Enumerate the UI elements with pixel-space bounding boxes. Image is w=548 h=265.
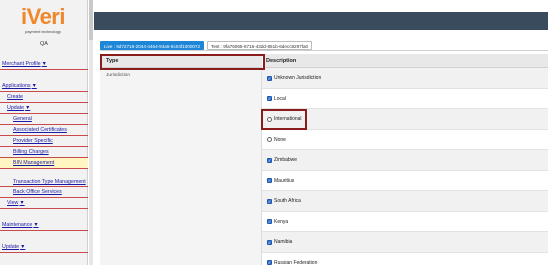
tab-divider (100, 50, 548, 51)
table-row: International (262, 109, 548, 130)
type-cell: Jurisdiction (106, 73, 130, 78)
checked-checkbox-icon[interactable]: ✓ (267, 219, 272, 224)
caret-down-icon: ▼ (41, 61, 47, 67)
table-row: ✓ Namibia (262, 232, 548, 253)
brand-tagline: payment technology (25, 29, 61, 34)
sidebar-item-update[interactable]: Update▼ (0, 231, 88, 253)
sidebar-item-label: Provider Specific (13, 138, 53, 144)
option-label: None (274, 136, 286, 143)
caret-down-icon: ▼ (33, 222, 39, 228)
tab-test[interactable]: Test : 9fa76065-6716-43dd-851b-6decc8297… (207, 41, 313, 50)
sidebar-item-view[interactable]: View▼ (0, 198, 88, 209)
sidebar-item-label: Update▼ (7, 105, 31, 111)
checked-checkbox-icon[interactable]: ✓ (267, 75, 272, 81)
sidebar-item-provider-specific[interactable]: Provider Specific (0, 136, 88, 147)
sidebar-item-label: BIN Management (13, 160, 55, 166)
option-none[interactable]: None (267, 137, 286, 143)
brand-logo[interactable]: iVeri payment technology (17, 6, 69, 40)
checked-checkbox-icon[interactable]: ✓ (267, 96, 272, 101)
table-row: ✓ Mauritius (262, 170, 548, 191)
sidebar-item-label: General (13, 116, 32, 122)
table-row: ✓ Russian Federation (262, 252, 548, 265)
sidebar-nav: Merchant Profile▼ Applications▼ Create Upda… (0, 48, 88, 265)
option-label: Namibia (274, 239, 293, 245)
checked-checkbox-icon[interactable]: ✓ (267, 198, 272, 204)
description-column-header: Description (266, 58, 297, 64)
caret-down-icon: ▼ (20, 244, 26, 250)
option-label: Mauritius (274, 177, 295, 184)
sidebar-item-label: Applications▼ (2, 83, 37, 89)
option-south-africa[interactable]: ✓ South Africa (267, 198, 301, 204)
option-label: Local (274, 95, 286, 102)
sidebar-item-associated-certificates[interactable]: Associated Certificates (0, 125, 88, 136)
option-label: Zimbabwe (274, 157, 298, 163)
sidebar-item-merchant-profile[interactable]: Merchant Profile▼ (0, 48, 88, 70)
brand-name: iVeri (21, 4, 65, 29)
checked-checkbox-icon[interactable]: ✓ (267, 239, 272, 245)
sidebar-item-general[interactable]: General (0, 114, 88, 125)
sidebar-item-update[interactable]: Update▼ (0, 103, 88, 114)
description-options: ✓ Unknown Jurisdiction ✓ Local International… (262, 68, 548, 265)
option-label: Russian Federation (274, 259, 318, 265)
option-unknown-jurisdiction[interactable]: ✓ Unknown Jurisdiction (267, 75, 321, 81)
table-row: ✓ Unknown Jurisdiction (262, 68, 548, 89)
environment-label: QA (40, 41, 48, 47)
table-row: None (262, 129, 548, 150)
sidebar: iVeri payment technology QA Merchant Pro… (0, 0, 88, 265)
caret-down-icon: ▼ (31, 83, 37, 89)
option-international[interactable]: International (267, 116, 302, 122)
table-row: ✓ Kenya (262, 211, 548, 232)
option-label: Kenya (274, 218, 289, 225)
sidebar-item-applications[interactable]: Applications▼ (0, 70, 88, 92)
header-bar (94, 12, 548, 30)
table-header: Type Description (100, 54, 548, 68)
header-divider (262, 54, 263, 68)
table-row: ✓ Local (262, 88, 548, 109)
sidebar-item-label: Update▼ (2, 244, 26, 250)
sidebar-item-label: Create (7, 94, 23, 100)
option-namibia[interactable]: ✓ Namibia (267, 239, 292, 245)
sidebar-item-label: Transaction Type Management (13, 179, 86, 185)
checked-checkbox-icon[interactable]: ✓ (267, 260, 272, 265)
sidebar-item-create[interactable]: Create (0, 92, 88, 103)
unchecked-checkbox-icon[interactable] (267, 116, 272, 122)
sidebar-item-view[interactable]: View▼ (0, 253, 88, 265)
option-russian-federation[interactable]: ✓ Russian Federation (267, 260, 317, 265)
sidebar-item-label: Merchant Profile▼ (2, 61, 47, 67)
unchecked-checkbox-icon[interactable] (267, 137, 272, 142)
sidebar-item-label: Billing Charges (13, 149, 49, 155)
sidebar-item-back-office-services[interactable]: Back Office Services (0, 187, 88, 198)
sidebar-item-bin-management[interactable]: BIN Management (0, 158, 88, 169)
option-mauritius[interactable]: ✓ Mauritius (267, 178, 294, 184)
sidebar-item-label: Back Office Services (13, 189, 62, 195)
sidebar-item-label: View▼ (7, 200, 25, 206)
option-zimbabwe[interactable]: ✓ Zimbabwe (267, 157, 297, 163)
sidebar-scrollbar-thumb[interactable] (89, 0, 93, 40)
caret-down-icon: ▼ (19, 200, 25, 206)
sidebar-item-label: Associated Certificates (13, 127, 67, 133)
environment-tabs: Live : 9d72716-2044-4464-94a6-6c04f10000… (100, 41, 313, 50)
checked-checkbox-icon[interactable]: ✓ (267, 157, 272, 163)
sidebar-item-label: Maintenance▼ (2, 222, 39, 228)
caret-down-icon: ▼ (25, 105, 31, 111)
type-column: Jurisdiction (100, 68, 262, 265)
option-local[interactable]: ✓ Local (267, 96, 286, 102)
tab-live[interactable]: Live : 9d72716-2044-4464-94a6-6c04f10000… (100, 41, 205, 50)
type-column-header: Type (106, 58, 119, 64)
option-label: International (274, 116, 302, 122)
table-row: ✓ Zimbabwe (262, 150, 548, 171)
table-row: ✓ South Africa (262, 191, 548, 212)
sidebar-item-billing-charges[interactable]: Billing Charges (0, 147, 88, 158)
sidebar-item-transaction-type-management[interactable]: Transaction Type Management (0, 169, 88, 187)
option-label: South Africa (274, 198, 301, 204)
checked-checkbox-icon[interactable]: ✓ (267, 178, 272, 183)
sidebar-item-maintenance[interactable]: Maintenance▼ (0, 209, 88, 231)
option-kenya[interactable]: ✓ Kenya (267, 219, 288, 225)
option-label: Unknown Jurisdiction (274, 75, 322, 81)
